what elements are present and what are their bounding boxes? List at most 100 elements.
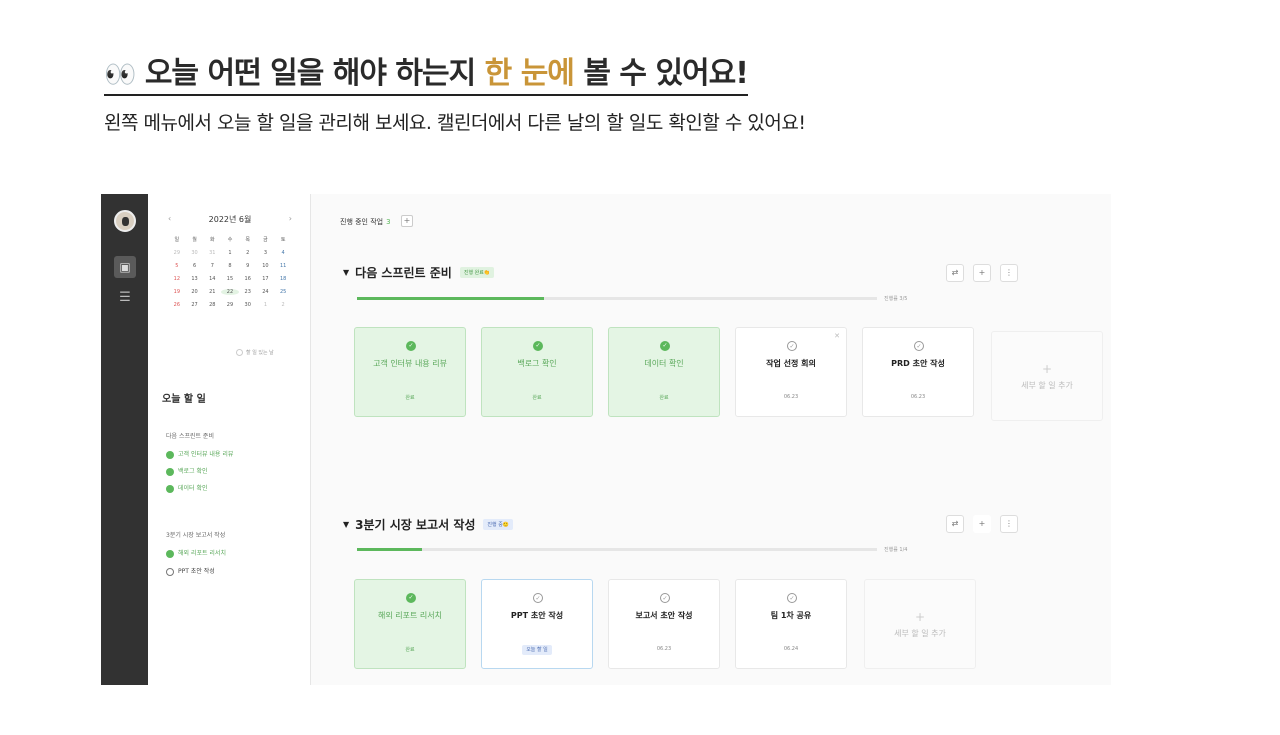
today-task-label: 고객 인터뷰 내용 리뷰	[178, 451, 234, 458]
task-card[interactable]: ✓ PRD 초안 작성 06.23	[862, 327, 974, 417]
calendar-day[interactable]: 30	[239, 302, 257, 308]
progress-text: 진행률 3/5	[884, 296, 908, 302]
task-card[interactable]: ✕ ✓ 작업 선정 회의 06.23	[735, 327, 847, 417]
caret-down-icon[interactable]: ▼	[343, 520, 349, 529]
today-task-label: 해외 리포트 리서치	[178, 550, 226, 557]
calendar-day[interactable]: 10	[257, 263, 275, 269]
hero-subtitle: 왼쪽 메뉴에서 오늘 할 일을 관리해 보세요. 캘린더에서 다른 날의 할 일…	[104, 112, 806, 134]
hero-title-text: 오늘 어떤 일을 해야 하는지	[135, 56, 485, 91]
calendar-prev-icon[interactable]: ‹	[168, 214, 171, 225]
check-icon: ✓	[533, 341, 543, 351]
calendar-day[interactable]: 30	[186, 250, 204, 256]
calendar-weekday: 일	[174, 237, 180, 243]
close-icon[interactable]: ✕	[834, 332, 840, 340]
caret-down-icon[interactable]: ▼	[343, 268, 349, 277]
task-card[interactable]: ✓ 데이터 확인 완료	[608, 327, 720, 417]
check-icon[interactable]	[166, 467, 174, 476]
today-task[interactable]: PPT 초안 작성	[166, 566, 215, 576]
calendar-icon[interactable]: ▣	[114, 256, 136, 278]
more-icon[interactable]: ⋮	[1000, 264, 1018, 282]
circle-check-icon[interactable]: ✓	[787, 593, 797, 603]
task-card[interactable]: ✓ 백로그 확인 완료	[481, 327, 593, 417]
calendar-day[interactable]: 15	[221, 276, 239, 282]
calendar-day[interactable]: 2	[274, 302, 292, 308]
calendar-day[interactable]: 6	[186, 263, 204, 269]
calendar-day[interactable]: 24	[257, 289, 275, 295]
project-title-text: 다음 스프린트 준비	[355, 266, 452, 280]
circle-check-icon[interactable]: ✓	[914, 341, 924, 351]
task-card[interactable]: ✓ 해외 리포트 리서치 완료	[354, 579, 466, 669]
swap-icon[interactable]: ⇄	[946, 264, 964, 282]
menu-icon[interactable]: ☰	[114, 290, 136, 306]
calendar-day[interactable]: 5	[168, 263, 186, 269]
calendar-day[interactable]: 22	[221, 289, 239, 295]
task-card[interactable]: ✓ 보고서 초안 작성 06.23	[608, 579, 720, 669]
plus-icon: +	[1041, 362, 1053, 376]
today-group-name: 다음 스프린트 준비	[166, 433, 214, 440]
project-title[interactable]: ▼ 3분기 시장 보고서 작성 진행 중🙂	[343, 516, 514, 533]
hero-title-highlight: 한 눈에	[484, 56, 575, 91]
circle-check-icon[interactable]: ✓	[660, 593, 670, 603]
calendar-header: ‹ 2022년 6월 ›	[168, 214, 292, 225]
calendar-day[interactable]: 8	[221, 263, 239, 269]
today-task[interactable]: 데이터 확인	[166, 483, 208, 493]
calendar-day[interactable]: 1	[221, 250, 239, 256]
calendar-day[interactable]: 3	[257, 250, 275, 256]
task-card-name: 작업 선정 회의	[766, 359, 816, 368]
task-card[interactable]: ✓ PPT 초안 작성 오늘 할 일	[481, 579, 593, 669]
calendar-day[interactable]: 11	[274, 263, 292, 269]
today-pill: 오늘 할 일	[522, 645, 552, 655]
task-card-sub: 완료	[405, 395, 415, 401]
calendar-day[interactable]: 14	[203, 276, 221, 282]
check-icon: ✓	[406, 593, 416, 603]
calendar-day[interactable]: 19	[168, 289, 186, 295]
add-task-button[interactable]: +	[973, 515, 991, 533]
calendar-day[interactable]: 25	[274, 289, 292, 295]
check-icon[interactable]	[166, 484, 174, 493]
calendar-day[interactable]: 29	[221, 302, 239, 308]
more-icon[interactable]: ⋮	[1000, 515, 1018, 533]
task-card-name: 보고서 초안 작성	[635, 611, 693, 620]
check-icon[interactable]	[166, 549, 174, 558]
avatar[interactable]	[114, 210, 136, 232]
calendar-day[interactable]: 31	[203, 250, 221, 256]
calendar-day[interactable]: 13	[186, 276, 204, 282]
calendar-day[interactable]: 26	[168, 302, 186, 308]
calendar-day[interactable]: 1	[257, 302, 275, 308]
calendar-day[interactable]: 29	[168, 250, 186, 256]
today-task[interactable]: 백로그 확인	[166, 466, 208, 476]
swap-icon[interactable]: ⇄	[946, 515, 964, 533]
calendar-next-icon[interactable]: ›	[289, 214, 292, 225]
task-card-name: 데이터 확인	[644, 359, 684, 368]
add-project-button[interactable]: +	[401, 215, 413, 227]
project-title[interactable]: ▼ 다음 스프린트 준비 진행 완료👏	[343, 264, 495, 281]
task-card[interactable]: ✓ 고객 인터뷰 내용 리뷰 완료	[354, 327, 466, 417]
task-card[interactable]: ✓ 팀 1차 공유 06.24	[735, 579, 847, 669]
calendar-day[interactable]: 18	[274, 276, 292, 282]
calendar-day[interactable]: 2	[239, 250, 257, 256]
calendar-day[interactable]: 4	[274, 250, 292, 256]
add-subtask-card[interactable]: + 세부 할 일 추가	[864, 579, 976, 669]
calendar-day[interactable]: 16	[239, 276, 257, 282]
calendar-day[interactable]: 23	[239, 289, 257, 295]
calendar-day[interactable]: 7	[203, 263, 221, 269]
calendar-day[interactable]: 20	[186, 289, 204, 295]
calendar-day[interactable]: 28	[203, 302, 221, 308]
circle-check-icon[interactable]: ✓	[787, 341, 797, 351]
task-card-sub: 완료	[405, 647, 415, 653]
today-task[interactable]: 해외 리포트 리서치	[166, 548, 226, 558]
progress-text: 진행률 1/4	[884, 547, 908, 553]
calendar-day[interactable]: 21	[203, 289, 221, 295]
today-task[interactable]: 고객 인터뷰 내용 리뷰	[166, 449, 233, 459]
calendar-day[interactable]: 9	[239, 263, 257, 269]
task-card-sub: 오늘 할 일	[482, 645, 592, 655]
task-card-sub: 완료	[532, 395, 542, 401]
calendar-day[interactable]: 12	[168, 276, 186, 282]
add-subtask-card[interactable]: + 세부 할 일 추가	[991, 331, 1103, 421]
calendar-day[interactable]: 27	[186, 302, 204, 308]
calendar-day[interactable]: 17	[257, 276, 275, 282]
checkbox-icon[interactable]	[166, 567, 174, 576]
circle-check-icon[interactable]: ✓	[533, 593, 543, 603]
add-task-button[interactable]: +	[973, 264, 991, 282]
check-icon[interactable]	[166, 450, 174, 459]
